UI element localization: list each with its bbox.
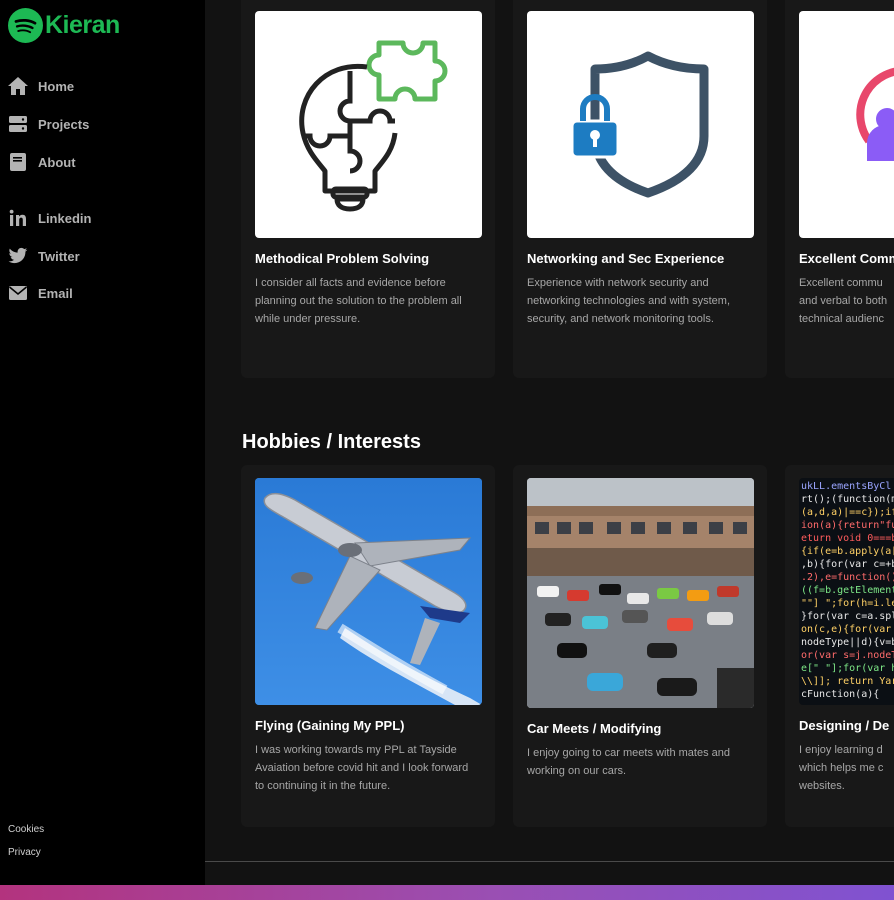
sidebar-item-email[interactable]: Email [7,282,73,304]
code-screenshot: ukLL.ementsByCl rt();(function(m, (a,d,a… [799,478,894,705]
person-speech-icon [799,11,894,238]
sidebar-item-label: Home [38,78,75,94]
sidebar-item-twitter[interactable]: Twitter [7,245,80,267]
cookies-link[interactable]: Cookies [8,824,44,835]
skill-title: Excellent Comm [799,251,894,266]
hobby-description: I enjoy learning d which helps me c webs… [799,744,884,792]
projects-icon [7,113,29,135]
sidebar-item-label: Projects [38,116,90,132]
email-icon [7,282,29,304]
sidebar: Kieran Home Projects About Linkedin Twit… [0,0,205,885]
skill-description: Excellent commu and verbal to both techn… [799,277,888,325]
sidebar-item-label: Linkedin [38,210,92,226]
skill-description: Experience with network security and net… [527,277,730,325]
sidebar-item-label: About [38,154,76,170]
hobby-card-flying[interactable]: Flying (Gaining My PPL) I was working to… [241,465,495,827]
brand-name: Kieran [45,11,120,39]
brand[interactable]: Kieran [8,8,120,43]
shield-lock-icon [527,11,754,238]
sidebar-item-about[interactable]: About [7,151,76,173]
hobby-card-designing[interactable]: ukLL.ementsByCl rt();(function(m, (a,d,a… [785,465,894,827]
sidebar-item-label: Twitter [38,248,80,264]
sidebar-item-label: Email [38,285,73,301]
privacy-link[interactable]: Privacy [8,847,41,858]
main-content: Methodical Problem Solving I consider al… [205,0,894,885]
home-icon [7,75,29,97]
hobby-description: I was working towards my PPL at Tayside … [255,744,469,792]
hobby-description: I enjoy going to car meets with mates an… [527,747,730,777]
bottom-gradient-bar [0,885,894,900]
footer-divider [205,861,894,862]
hobby-title: Car Meets / Modifying [527,721,662,736]
skill-card-problem-solving[interactable]: Methodical Problem Solving I consider al… [241,0,495,378]
car-meet-photo [527,478,754,708]
skill-card-communication[interactable]: Excellent Comm Excellent commu and verba… [785,0,894,378]
spotify-logo-icon [8,8,43,43]
sidebar-item-home[interactable]: Home [7,75,74,97]
skill-description: I consider all facts and evidence before… [255,277,462,325]
hobby-title: Designing / De [799,718,890,733]
hobbies-heading: Hobbies / Interests [242,431,421,453]
skill-title: Methodical Problem Solving [255,251,430,266]
book-icon [7,151,29,173]
hobby-card-car-meets[interactable]: Car Meets / Modifying I enjoy going to c… [513,465,767,827]
hobby-title: Flying (Gaining My PPL) [255,718,405,733]
puzzle-lightbulb-icon [255,11,482,238]
sidebar-item-projects[interactable]: Projects [7,113,89,135]
skill-card-networking[interactable]: Networking and Sec Experience Experience… [513,0,767,378]
twitter-icon [7,245,29,267]
linkedin-icon [7,207,29,229]
airplane-photo [255,478,482,705]
sidebar-item-linkedin[interactable]: Linkedin [7,207,91,229]
skill-title: Networking and Sec Experience [527,251,725,266]
